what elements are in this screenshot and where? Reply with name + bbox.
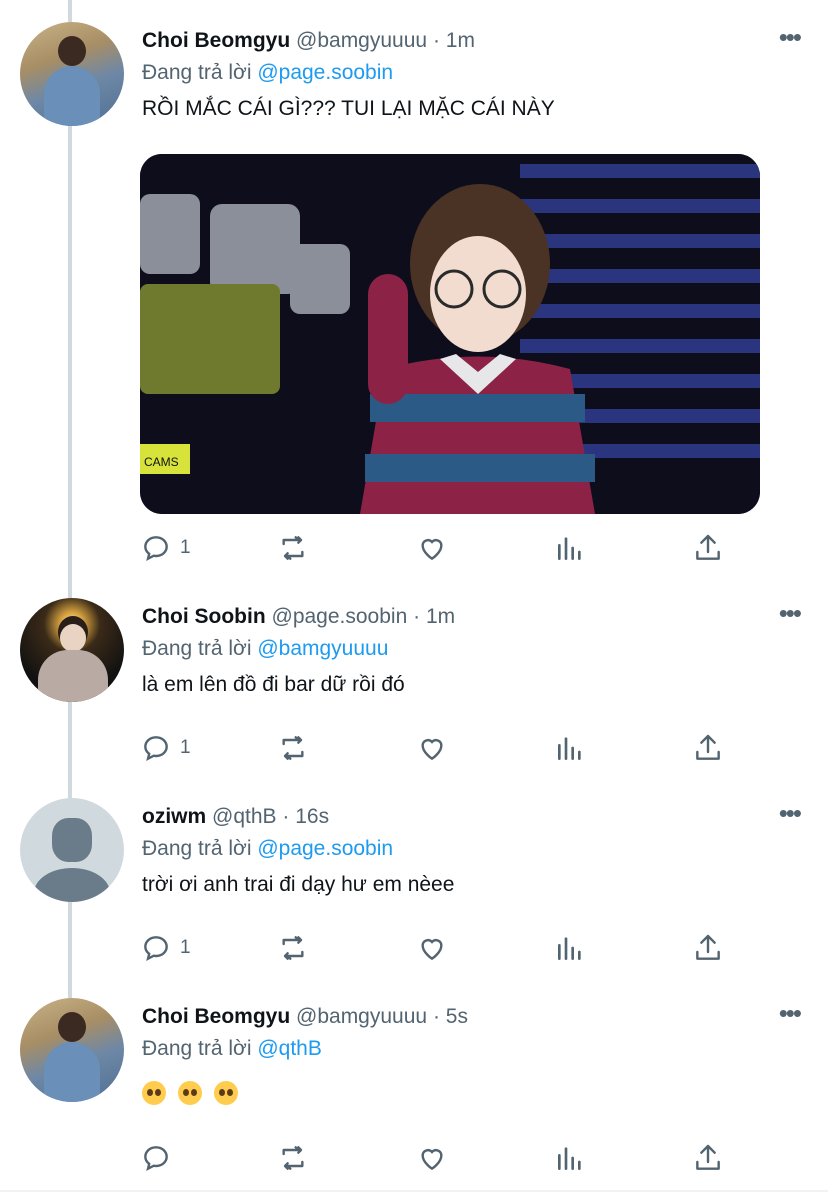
tweet-actions: 1 xyxy=(140,730,740,766)
handle[interactable]: @page.soobin xyxy=(272,605,408,628)
tweet-text: là em lên đồ đi bar dữ rồi đó xyxy=(142,673,405,696)
views-button[interactable] xyxy=(554,730,586,766)
timestamp[interactable]: 1m xyxy=(446,29,475,52)
replying-prefix: Đang trả lời xyxy=(142,837,252,860)
media-caption: CAMS xyxy=(144,455,179,469)
more-icon[interactable]: ••• xyxy=(779,1000,802,1026)
retweet-icon xyxy=(282,936,304,960)
views-button[interactable] xyxy=(554,1140,586,1176)
like-icon xyxy=(421,539,443,561)
avatar[interactable] xyxy=(20,798,124,902)
retweet-button[interactable] xyxy=(277,530,309,566)
reply-count: 1 xyxy=(180,737,191,758)
avatar[interactable] xyxy=(20,998,124,1102)
display-name[interactable]: oziwm xyxy=(142,805,206,828)
more-icon[interactable]: ••• xyxy=(779,600,802,626)
views-icon xyxy=(558,537,581,560)
reply-icon xyxy=(144,1146,168,1171)
replying-to: Đang trả lời @bamgyuuuu xyxy=(142,634,762,664)
like-icon xyxy=(421,1149,443,1171)
pleading-face-icon xyxy=(213,1081,238,1106)
like-icon xyxy=(421,939,443,961)
reply-button[interactable]: 1 xyxy=(140,530,191,566)
share-button[interactable] xyxy=(692,1140,724,1176)
like-button[interactable] xyxy=(416,930,448,966)
retweet-button[interactable] xyxy=(277,1140,309,1176)
replying-prefix: Đang trả lời xyxy=(142,637,252,660)
separator: · xyxy=(432,1005,440,1028)
reply-button[interactable] xyxy=(140,1140,180,1176)
views-icon xyxy=(558,937,581,960)
avatar[interactable] xyxy=(20,22,124,126)
views-button[interactable] xyxy=(554,930,586,966)
share-icon xyxy=(696,534,720,560)
retweet-button[interactable] xyxy=(277,930,309,966)
handle[interactable]: @bamgyuuuu xyxy=(296,1005,427,1028)
replying-to: Đang trả lời @qthB xyxy=(142,1034,762,1064)
tweet-header: Choi Beomgyu @bamgyuuuu · 5s xyxy=(142,1002,762,1032)
tweet-header: oziwm @qthB · 16s xyxy=(142,802,762,832)
share-icon xyxy=(696,1144,720,1170)
mention-link[interactable]: @bamgyuuuu xyxy=(257,637,388,660)
tweet-header: Choi Beomgyu @bamgyuuuu · 1m xyxy=(142,26,762,56)
retweet-icon xyxy=(282,736,304,760)
like-icon xyxy=(421,739,443,761)
more-icon[interactable]: ••• xyxy=(779,800,802,826)
reply-button[interactable]: 1 xyxy=(140,730,191,766)
tweet-actions xyxy=(140,1140,740,1176)
like-button[interactable] xyxy=(416,730,448,766)
reply-icon xyxy=(144,736,168,761)
views-icon xyxy=(558,1147,581,1170)
like-button[interactable] xyxy=(416,1140,448,1176)
tweet-text: trời ơi anh trai đi dạy hư em nèee xyxy=(142,873,455,896)
share-button[interactable] xyxy=(692,730,724,766)
tweet-text: RỒI MẮC CÁI GÌ??? TUI LẠI MẶC CÁI NÀY xyxy=(142,97,555,120)
mention-link[interactable]: @page.soobin xyxy=(257,61,393,84)
share-icon xyxy=(696,934,720,960)
mention-link[interactable]: @qthB xyxy=(257,1037,322,1060)
separator: · xyxy=(282,805,290,828)
display-name[interactable]: Choi Beomgyu xyxy=(142,1005,290,1028)
separator: · xyxy=(413,605,421,628)
tweet-actions: 1 xyxy=(140,930,740,966)
replying-prefix: Đang trả lời xyxy=(142,1037,252,1060)
reply-count: 1 xyxy=(180,537,191,558)
tweet-text: 🥺🥺🥺 xyxy=(142,1078,762,1108)
retweet-icon xyxy=(282,536,304,560)
tweet-actions: 1 xyxy=(140,530,740,566)
handle[interactable]: @qthB xyxy=(212,805,277,828)
mention-link[interactable]: @page.soobin xyxy=(257,837,393,860)
replying-to: Đang trả lời @page.soobin xyxy=(142,58,762,88)
like-button[interactable] xyxy=(416,530,448,566)
handle[interactable]: @bamgyuuuu xyxy=(296,29,427,52)
more-icon[interactable]: ••• xyxy=(779,24,802,50)
display-name[interactable]: Choi Beomgyu xyxy=(142,29,290,52)
share-button[interactable] xyxy=(692,530,724,566)
tweet-media[interactable]: CAMS xyxy=(140,154,760,514)
replying-to: Đang trả lời @page.soobin xyxy=(142,834,762,864)
timestamp[interactable]: 16s xyxy=(295,805,329,828)
reply-icon xyxy=(144,536,168,561)
display-name[interactable]: Choi Soobin xyxy=(142,605,266,628)
timestamp[interactable]: 1m xyxy=(426,605,455,628)
share-icon xyxy=(696,734,720,760)
tweet-header: Choi Soobin @page.soobin · 1m xyxy=(142,602,762,632)
avatar[interactable] xyxy=(20,598,124,702)
reply-icon xyxy=(144,936,168,961)
views-icon xyxy=(558,737,581,760)
pleading-face-icon xyxy=(177,1081,202,1106)
media-image: CAMS xyxy=(140,154,760,514)
separator: · xyxy=(432,29,440,52)
share-button[interactable] xyxy=(692,930,724,966)
pleading-face-icon xyxy=(142,1081,166,1106)
replying-prefix: Đang trả lời xyxy=(142,61,252,84)
timestamp[interactable]: 5s xyxy=(446,1005,468,1028)
views-button[interactable] xyxy=(554,530,586,566)
reply-count: 1 xyxy=(180,937,191,958)
divider xyxy=(0,1190,828,1192)
reply-button[interactable]: 1 xyxy=(140,930,191,966)
retweet-icon xyxy=(282,1146,304,1170)
retweet-button[interactable] xyxy=(277,730,309,766)
